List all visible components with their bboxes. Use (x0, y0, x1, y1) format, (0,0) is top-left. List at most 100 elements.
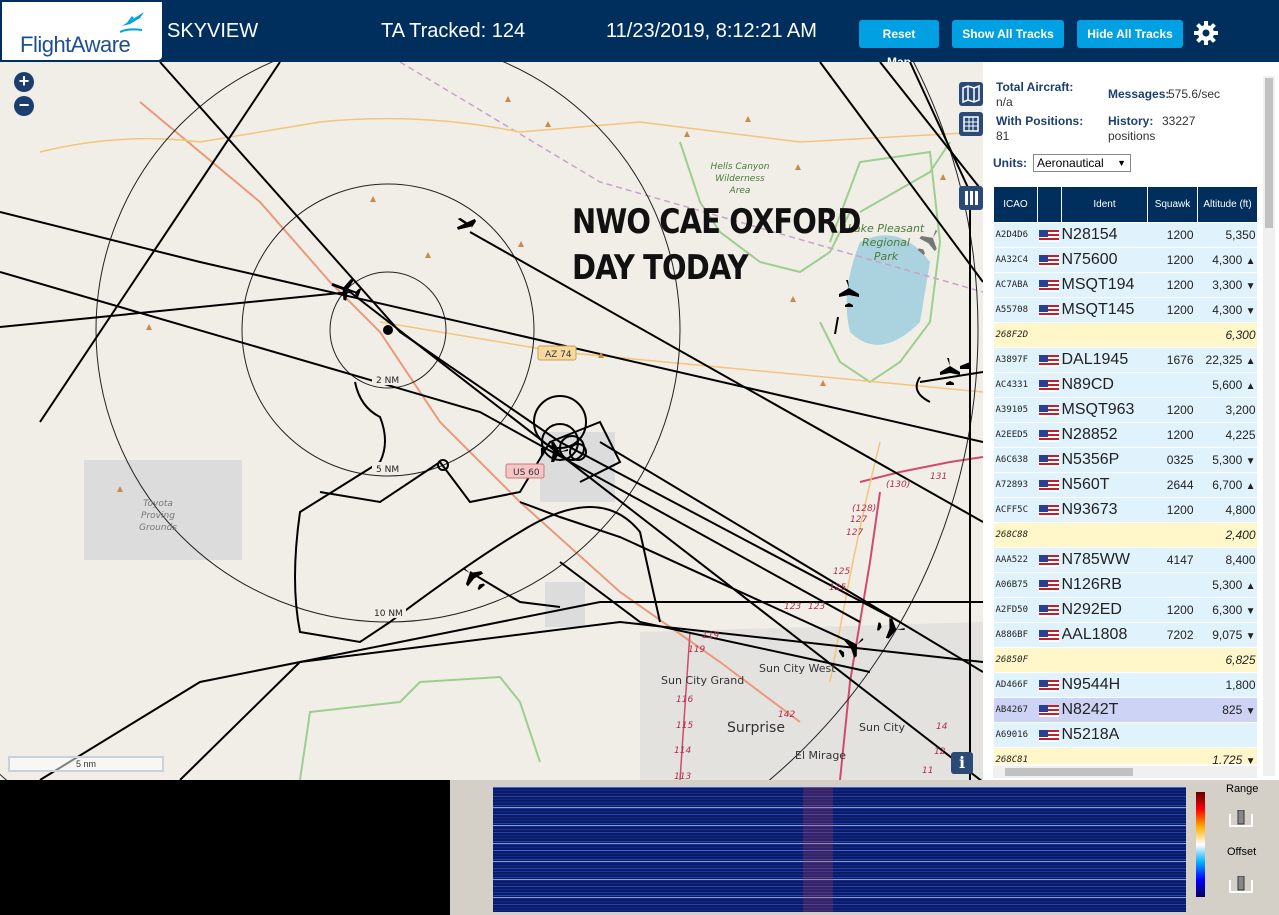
gear-icon[interactable] (1193, 20, 1219, 46)
waterfall-drawing (493, 787, 1186, 912)
table-row[interactable]: AC7ABA MSQT194 1200 3,300 ▼ (993, 272, 1257, 298)
road-num-3: 127 (850, 515, 867, 525)
sidebar: Total Aircraft: n/a With Positions: 81 M… (983, 62, 1279, 780)
table-row[interactable]: 268C81 1,725 ▼ (993, 747, 1257, 764)
table-row[interactable]: A06B75 N126RB 5,300 ▲ (993, 572, 1257, 598)
flag-cell (1037, 322, 1062, 348)
altitude-value: 4,800 (1225, 503, 1256, 517)
table-row[interactable]: AC4331 N89CD 5,600 ▲ (993, 372, 1257, 398)
us-flag-icon (1038, 404, 1059, 417)
squawk-cell (1147, 747, 1198, 764)
table-row[interactable]: AD466F N9544H 1,800 (993, 672, 1257, 698)
col-header-ident[interactable]: Ident (1061, 186, 1148, 223)
flag-cell (1037, 297, 1062, 323)
horizontal-scrollbar[interactable] (993, 766, 1257, 778)
table-row[interactable]: A2FD50 N292ED 1200 6,300 ▼ (993, 597, 1257, 623)
icao-cell: A72893 (993, 472, 1038, 498)
flag-cell (1037, 372, 1062, 398)
table-row[interactable]: A39105 MSQT963 1200 3,200 (993, 397, 1257, 423)
flag-cell (1037, 247, 1062, 273)
altitude-trend-icon: ▼ (1245, 281, 1256, 292)
flag-cell (1037, 497, 1062, 523)
altitude-cell: 4,300 ▼ (1197, 297, 1257, 323)
range-slider-icon[interactable] (1226, 810, 1256, 830)
ident-cell (1061, 747, 1148, 764)
table-row[interactable]: A2D4D6 N28154 1200 5,350 (993, 222, 1257, 248)
table-row[interactable]: 268F2D 6,300 (993, 322, 1257, 348)
col-header-flag[interactable] (1037, 186, 1062, 223)
road-num-14: 113 (674, 772, 691, 780)
table-row[interactable]: A2EED5 N28852 1200 4,225 (993, 422, 1257, 448)
table-row[interactable]: 26850F 6,825 (993, 647, 1257, 673)
show-all-tracks-button[interactable]: Show All Tracks (952, 20, 1064, 48)
hide-all-tracks-button[interactable]: Hide All Tracks (1077, 20, 1183, 48)
table-row[interactable]: 268C88 2,400 (993, 522, 1257, 548)
squawk-cell: 1200 (1147, 297, 1198, 323)
flightaware-logo[interactable]: FlightAware (2, 2, 162, 60)
altitude-trend-icon: ▼ (1245, 306, 1256, 317)
table-row[interactable]: A6C638 N5356P 0325 5,300 ▼ (993, 447, 1257, 473)
col-header-altitude[interactable]: Altitude (ft) (1197, 186, 1257, 223)
scrollbar-thumb[interactable] (1005, 768, 1133, 776)
scrollbar-thumb[interactable] (1265, 78, 1273, 228)
altitude-cell: 5,350 (1197, 222, 1257, 248)
icao-cell: 268C88 (993, 522, 1038, 548)
us-flag-icon (1038, 504, 1059, 517)
us-flag-icon (1038, 304, 1059, 317)
offset-slider-icon[interactable] (1226, 876, 1256, 896)
altitude-value: 22,325 (1205, 353, 1243, 367)
az74-label: AZ 74 (545, 350, 572, 360)
map-canvas[interactable]: 2 NM 5 NM 10 NM AZ 74 US 60 Hells Canyon… (0, 62, 983, 780)
map-layers-icon[interactable] (959, 82, 983, 106)
table-row[interactable]: A72893 N560T 2644 6,700 ▲ (993, 472, 1257, 498)
table-row[interactable]: AB4267 N8242T 825 ▼ (993, 697, 1257, 723)
table-row[interactable]: A886BF AAL1808 7202 9,075 ▼ (993, 622, 1257, 648)
plane-logo-icon (120, 12, 144, 33)
icao-cell: ACFF5C (993, 497, 1038, 523)
table-row[interactable]: A69016 N5218A (993, 722, 1257, 748)
table-row[interactable]: AAA522 N785WW 4147 8,400 (993, 547, 1257, 573)
altitude-trend-icon: ▼ (1245, 706, 1256, 717)
col-header-squawk[interactable]: Squawk (1147, 186, 1198, 223)
altitude-trend-icon: ▲ (1245, 356, 1256, 367)
grid-icon[interactable] (959, 112, 983, 136)
zoom-out-button[interactable]: − (14, 96, 34, 116)
ident-cell: MSQT194 (1061, 272, 1148, 298)
road-num-5: 125 (833, 567, 850, 577)
squawk-cell: 1200 (1147, 422, 1198, 448)
zoom-in-button[interactable]: + (14, 72, 34, 92)
icao-cell: AAA522 (993, 547, 1038, 573)
altitude-value: 3,300 (1212, 278, 1243, 292)
waterfall-display[interactable] (493, 787, 1186, 912)
ident-cell: MSQT145 (1061, 297, 1148, 323)
table-row[interactable]: A3897F DAL1945 1676 22,325 ▲ (993, 347, 1257, 373)
ident-cell: N89CD (1061, 372, 1148, 398)
receiver-location (383, 325, 393, 335)
squawk-cell (1147, 697, 1198, 723)
table-row[interactable]: ACFF5C N93673 1200 4,800 (993, 497, 1257, 523)
vertical-scrollbar[interactable] (1263, 76, 1275, 776)
table-row[interactable]: AA32C4 N75600 1200 4,300 ▲ (993, 247, 1257, 273)
history-value: 33227 (1162, 114, 1196, 128)
info-icon[interactable]: i (951, 752, 973, 774)
units-select[interactable]: Aeronautical ▼ (1033, 154, 1131, 172)
altitude-value: 4,225 (1225, 428, 1256, 442)
altitude-value: 1,725 (1212, 753, 1243, 764)
ident-cell: N28852 (1061, 422, 1148, 448)
us60-label: US 60 (513, 468, 540, 478)
columns-toggle-icon[interactable] (959, 186, 983, 210)
altitude-value: 6,825 (1225, 653, 1256, 667)
col-header-icao[interactable]: ICAO (993, 186, 1038, 223)
squawk-cell: 1200 (1147, 597, 1198, 623)
units-row: Units: Aeronautical ▼ (993, 154, 1131, 172)
flag-cell (1037, 397, 1062, 423)
reset-map-button[interactable]: Reset Map (859, 20, 939, 69)
aircraft-table-container[interactable]: ICAO Ident Squawk Altitude (ft) A2D4D6 N2… (993, 186, 1257, 764)
ident-cell: N5218A (1061, 722, 1148, 748)
overlay-text-line2: DAY TODAY (572, 248, 749, 288)
table-row[interactable]: A55708 MSQT145 1200 4,300 ▼ (993, 297, 1257, 323)
altitude-cell: 4,225 (1197, 422, 1257, 448)
us-flag-icon (1038, 604, 1059, 617)
hells-canyon-1: Hells Canyon (711, 162, 770, 172)
icao-cell: A69016 (993, 722, 1038, 748)
